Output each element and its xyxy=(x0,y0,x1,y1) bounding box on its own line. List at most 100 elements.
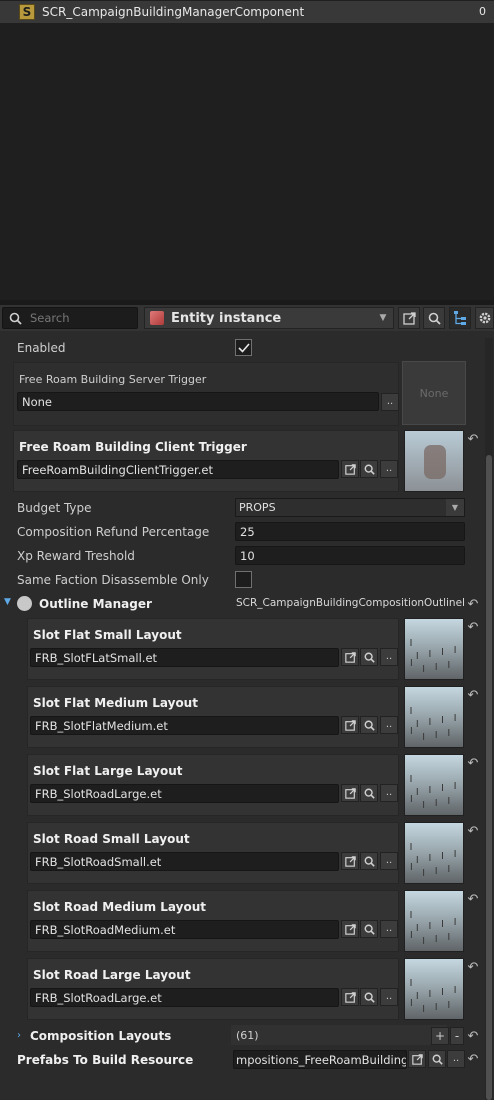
entity-cube-icon xyxy=(150,311,164,325)
find-button[interactable] xyxy=(360,988,378,1006)
open-external-button[interactable] xyxy=(341,852,359,870)
open-external-button[interactable] xyxy=(398,307,420,329)
refund-percentage-label: Composition Refund Percentage xyxy=(17,525,210,539)
find-button[interactable] xyxy=(428,1050,446,1068)
slot-layout-field[interactable]: FRB_SlotRoadLarge.et xyxy=(30,988,339,1007)
reset-icon[interactable]: ↶ xyxy=(467,1029,479,1044)
hierarchy-button[interactable] xyxy=(449,307,471,329)
client-trigger-thumbnail[interactable] xyxy=(404,430,464,492)
open-external-button[interactable] xyxy=(341,784,359,802)
open-external-button[interactable] xyxy=(341,920,359,938)
find-button[interactable] xyxy=(360,852,378,870)
scrollbar-thumb[interactable] xyxy=(486,455,492,1100)
find-button[interactable] xyxy=(360,460,378,478)
entity-instance-dropdown[interactable]: Entity instance ▼ xyxy=(144,307,394,329)
collapse-arrow-icon[interactable]: › xyxy=(17,1030,21,1041)
reset-icon[interactable]: ↶ xyxy=(467,756,479,771)
add-button[interactable]: + xyxy=(431,1027,449,1045)
component-row[interactable]: S SCR_CampaignBuildingManagerComponent 0 xyxy=(0,1,494,23)
budget-type-dropdown[interactable]: PROPS ▼ xyxy=(235,498,465,517)
slot-layout-thumbnail[interactable] xyxy=(404,686,464,748)
outline-manager-label: Outline Manager xyxy=(39,597,152,611)
slot-layout-thumbnail[interactable] xyxy=(404,754,464,816)
slot-layout-thumbnail[interactable] xyxy=(404,958,464,1020)
browse-button[interactable]: .. xyxy=(380,988,398,1006)
slot-layout-field[interactable]: FRB_SlotFLatSmall.et xyxy=(30,648,339,667)
chevron-down-icon: ▼ xyxy=(379,313,387,323)
browse-button[interactable]: .. xyxy=(380,716,398,734)
browse-button[interactable]: .. xyxy=(380,920,398,938)
search-icon xyxy=(9,312,22,325)
search-icon xyxy=(428,312,441,325)
slot-layout-label: Slot Flat Medium Layout xyxy=(33,696,198,710)
server-trigger-value: None xyxy=(22,394,53,409)
slot-layout-label: Slot Road Medium Layout xyxy=(33,900,206,914)
open-external-icon xyxy=(411,1053,423,1065)
refund-percentage-input[interactable]: 25 xyxy=(235,522,465,541)
find-button[interactable] xyxy=(423,307,445,329)
reset-icon[interactable]: ↶ xyxy=(467,1052,479,1067)
xp-reward-input[interactable]: 10 xyxy=(235,546,465,565)
reset-icon[interactable]: ↶ xyxy=(467,597,479,612)
search-icon xyxy=(364,652,375,663)
same-faction-label: Same Faction Disassemble Only xyxy=(17,573,209,587)
gear-icon xyxy=(479,312,490,324)
slot-layout-field[interactable]: FRB_SlotFlatMedium.et xyxy=(30,716,339,735)
enabled-label: Enabled xyxy=(17,341,66,355)
search-icon xyxy=(364,992,375,1003)
browse-button[interactable]: .. xyxy=(447,1050,465,1068)
browse-button[interactable]: .. xyxy=(380,648,398,666)
slot-preview-image xyxy=(405,959,463,1019)
slot-layout-value: FRB_SlotFlatMedium.et xyxy=(35,718,168,733)
slot-layout-thumbnail[interactable] xyxy=(404,890,464,952)
search-placeholder: Search xyxy=(30,311,70,325)
reset-icon[interactable]: ↶ xyxy=(467,688,479,703)
xp-reward-label: Xp Reward Treshold xyxy=(17,549,135,563)
find-button[interactable] xyxy=(360,716,378,734)
prefabs-resource-field[interactable]: mpositions_FreeRoamBuilding.conf xyxy=(233,1050,407,1069)
reset-icon[interactable]: ↶ xyxy=(467,824,479,839)
find-button[interactable] xyxy=(360,648,378,666)
outline-manager-value: SCR_CampaignBuildingCompositionOutlineMa… xyxy=(236,597,464,609)
reset-icon[interactable]: ↶ xyxy=(467,620,479,635)
browse-button[interactable]: .. xyxy=(380,852,398,870)
open-external-icon xyxy=(344,651,356,663)
slot-layout-value: FRB_SlotRoadMedium.et xyxy=(35,922,176,937)
browse-button[interactable]: .. xyxy=(380,460,398,478)
reset-icon[interactable]: ↶ xyxy=(467,960,479,975)
slot-layout-thumbnail[interactable] xyxy=(404,822,464,884)
enabled-checkbox[interactable] xyxy=(235,339,252,356)
same-faction-checkbox[interactable] xyxy=(235,571,252,588)
find-button[interactable] xyxy=(360,920,378,938)
browse-button[interactable]: .. xyxy=(381,393,399,411)
open-external-button[interactable] xyxy=(341,988,359,1006)
server-trigger-field[interactable]: None xyxy=(17,392,379,411)
slot-layout-field[interactable]: FRB_SlotRoadMedium.et xyxy=(30,920,339,939)
search-icon xyxy=(364,720,375,731)
find-button[interactable] xyxy=(360,784,378,802)
reset-icon[interactable]: ↶ xyxy=(467,432,479,447)
server-trigger-thumbnail[interactable]: None xyxy=(402,361,466,425)
hierarchy-icon xyxy=(454,311,466,325)
search-icon xyxy=(364,856,375,867)
open-external-icon xyxy=(344,719,356,731)
open-external-button[interactable] xyxy=(408,1050,426,1068)
client-trigger-field[interactable]: FreeRoamBuildingClientTrigger.et xyxy=(17,460,339,479)
search-icon xyxy=(364,464,375,475)
slot-layout-value: FRB_SlotRoadLarge.et xyxy=(35,990,162,1005)
composition-layouts-count[interactable]: (61) xyxy=(231,1025,447,1045)
search-input[interactable]: Search xyxy=(2,307,138,329)
browse-button[interactable]: .. xyxy=(380,784,398,802)
slot-layout-thumbnail[interactable] xyxy=(404,618,464,680)
reset-icon[interactable]: ↶ xyxy=(467,892,479,907)
open-external-icon xyxy=(344,991,356,1003)
open-external-button[interactable] xyxy=(341,648,359,666)
open-external-button[interactable] xyxy=(341,716,359,734)
slot-layout-field[interactable]: FRB_SlotRoadSmall.et xyxy=(30,852,339,871)
expand-arrow-icon[interactable]: ▼ xyxy=(4,597,11,607)
open-external-button[interactable] xyxy=(341,460,359,478)
slot-layout-field[interactable]: FRB_SlotRoadLarge.et xyxy=(30,784,339,803)
settings-button[interactable] xyxy=(475,307,494,329)
search-icon xyxy=(364,924,375,935)
remove-button[interactable]: - xyxy=(450,1027,464,1045)
